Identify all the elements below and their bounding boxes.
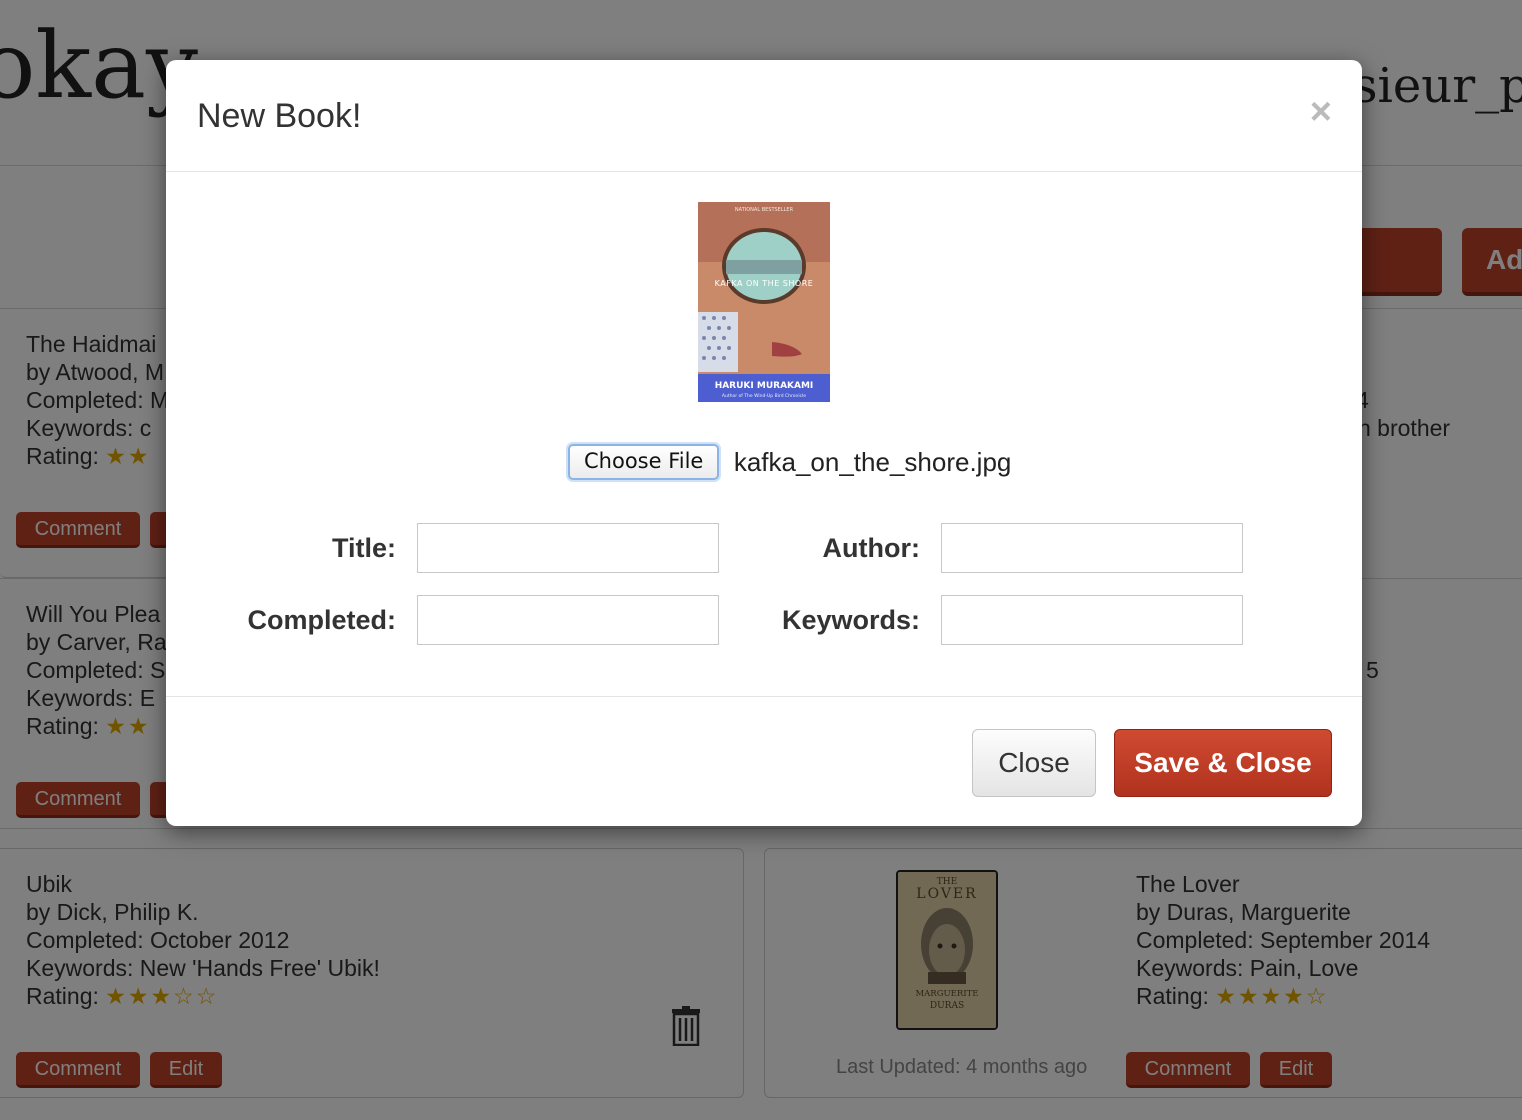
completed-label: Completed: (247, 605, 397, 635)
choose-file-button[interactable]: Choose File (568, 444, 720, 480)
title-input[interactable] (417, 523, 719, 573)
title-label: Title: (331, 533, 396, 563)
keywords-label: Keywords: (781, 605, 920, 635)
close-icon[interactable]: × (1310, 92, 1332, 132)
author-input[interactable] (941, 523, 1243, 573)
completed-input[interactable] (417, 595, 719, 645)
cover-text: KAFKA ON THE SHORE (715, 279, 814, 288)
modal-footer: Close Save & Close (166, 696, 1362, 826)
modal-title: New Book! (197, 97, 362, 135)
new-book-modal: New Book! × NATIONAL BESTSELLER KAFKA ON… (166, 60, 1362, 826)
keywords-input[interactable] (941, 595, 1243, 645)
selected-file-name: kafka_on_the_shore.jpg (733, 446, 1012, 477)
file-upload-row: Choose File kafka_on_the_shore.jpg (568, 444, 1011, 484)
cover-text: HARUKI MURAKAMI (715, 381, 814, 391)
modal-header: New Book! × (166, 60, 1362, 172)
author-label: Author: (822, 533, 920, 563)
cover-text: Author of The Wind-Up Bird Chronicle (722, 393, 806, 399)
cover-text: NATIONAL BESTSELLER (735, 207, 794, 213)
close-button[interactable]: Close (972, 729, 1096, 797)
book-cover-preview: NATIONAL BESTSELLER KAFKA ON THE SHORE H… (698, 202, 830, 402)
save-and-close-button[interactable]: Save & Close (1114, 729, 1332, 797)
